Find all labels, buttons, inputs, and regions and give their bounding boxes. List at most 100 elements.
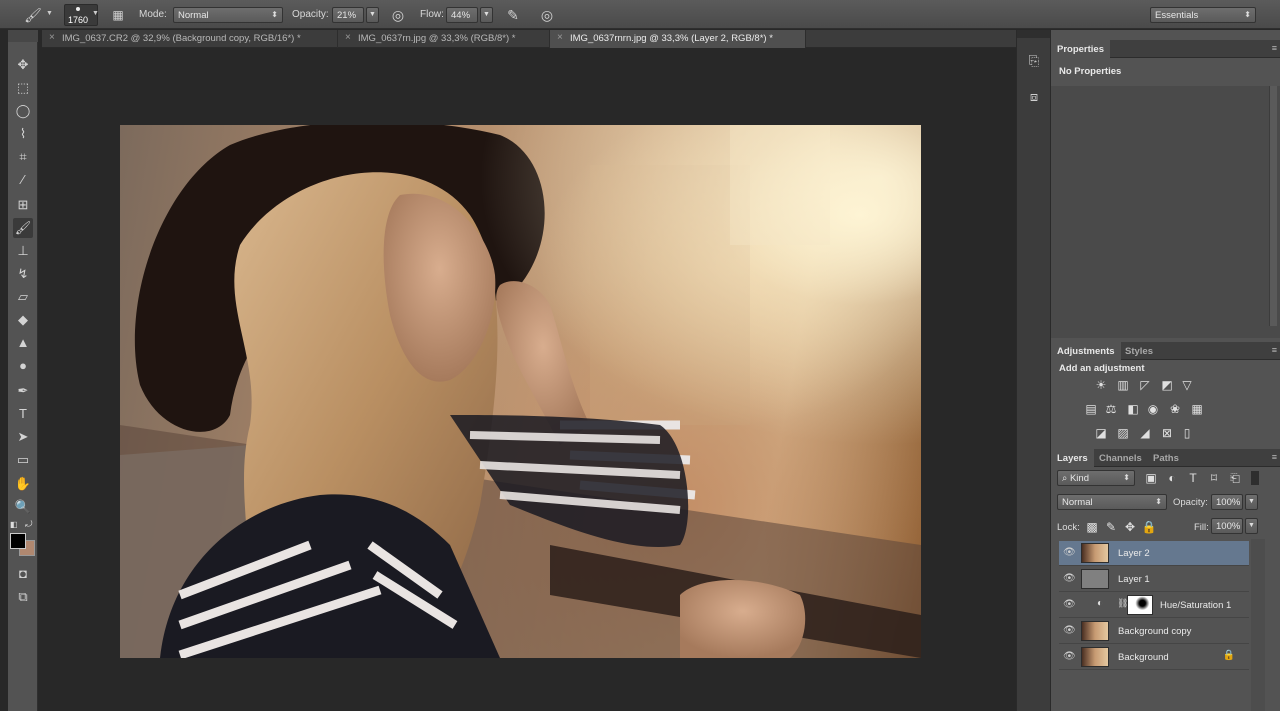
- character-panel-icon[interactable]: ⧈: [1021, 86, 1047, 108]
- tab-properties[interactable]: Properties: [1051, 40, 1110, 58]
- brightness-contrast-icon[interactable]: ☀: [1093, 377, 1109, 393]
- close-icon[interactable]: ×: [49, 32, 55, 43]
- eyedropper-tool-icon[interactable]: ⁄: [13, 170, 33, 190]
- black-white-icon[interactable]: ◧: [1125, 401, 1141, 417]
- dodge-tool-icon[interactable]: ●: [13, 356, 33, 376]
- pen-tool-icon[interactable]: ✒: [13, 381, 33, 401]
- close-icon[interactable]: ×: [345, 32, 351, 43]
- healing-brush-tool-icon[interactable]: ⊞: [13, 195, 33, 215]
- lock-icon[interactable]: 🔒: [1223, 650, 1235, 661]
- layer-opacity-field[interactable]: 100%: [1211, 494, 1243, 510]
- tablet-pressure-opacity-icon[interactable]: ◎: [389, 6, 407, 24]
- blend-mode-dropdown[interactable]: Normal ⬍: [1057, 494, 1167, 510]
- eraser-tool-icon[interactable]: ▱: [13, 287, 33, 307]
- filter-pixel-icon[interactable]: ▣: [1143, 470, 1159, 486]
- layer-row-background-copy[interactable]: 👁 Background copy: [1059, 619, 1249, 644]
- gradient-map-icon[interactable]: ▯: [1179, 425, 1195, 441]
- panel-menu-icon[interactable]: ≡: [1272, 452, 1277, 462]
- tab-adjustments[interactable]: Adjustments: [1051, 342, 1121, 360]
- quick-selection-tool-icon[interactable]: ⌇: [13, 124, 33, 144]
- hand-tool-icon[interactable]: ✋: [13, 474, 33, 494]
- lasso-tool-icon[interactable]: ◯: [13, 101, 33, 121]
- document-image[interactable]: [120, 125, 921, 658]
- tab-layers[interactable]: Layers: [1051, 449, 1094, 467]
- tablet-pressure-size-icon[interactable]: ◎: [538, 6, 556, 24]
- fill-slider-toggle[interactable]: ▼: [1245, 518, 1258, 534]
- color-balance-icon[interactable]: ⚖: [1103, 401, 1119, 417]
- filter-shape-icon[interactable]: ⌑: [1206, 470, 1222, 486]
- panel-menu-icon[interactable]: ≡: [1272, 43, 1277, 53]
- clone-stamp-tool-icon[interactable]: ⊥: [13, 241, 33, 261]
- selective-color-icon[interactable]: ⊠: [1159, 425, 1175, 441]
- workspace-dropdown[interactable]: Essentials ⬍: [1150, 7, 1256, 23]
- vibrance-icon[interactable]: ▽: [1179, 377, 1195, 393]
- move-tool-icon[interactable]: ✥: [13, 55, 33, 75]
- type-tool-icon[interactable]: T: [13, 404, 33, 424]
- history-brush-tool-icon[interactable]: ↯: [13, 264, 33, 284]
- airbrush-icon[interactable]: ✎: [504, 6, 522, 24]
- paint-bucket-tool-icon[interactable]: ◆: [13, 310, 33, 330]
- visibility-eye-icon[interactable]: 👁: [1063, 599, 1076, 610]
- filter-smart-object-icon[interactable]: ⎗: [1227, 470, 1243, 486]
- document-tab[interactable]: × IMG_0637rn.jpg @ 33,3% (RGB/8*) *: [338, 30, 550, 48]
- history-panel-icon[interactable]: ⎘: [1021, 50, 1047, 72]
- tab-channels[interactable]: Channels: [1093, 449, 1148, 467]
- layer-row-layer-2[interactable]: 👁 Layer 2: [1059, 541, 1249, 566]
- layer-row-layer-1[interactable]: 👁 Layer 1: [1059, 567, 1249, 592]
- crop-tool-icon[interactable]: ⌗: [13, 147, 33, 167]
- channel-mixer-icon[interactable]: ❀: [1167, 401, 1183, 417]
- path-selection-tool-icon[interactable]: ➤: [13, 427, 33, 447]
- brush-panel-toggle-icon[interactable]: ▦: [109, 6, 127, 24]
- invert-icon[interactable]: ◪: [1093, 425, 1109, 441]
- visibility-eye-icon[interactable]: 👁: [1063, 547, 1076, 558]
- filter-toggle[interactable]: [1251, 471, 1259, 485]
- layers-scroll-gutter[interactable]: [1251, 539, 1265, 711]
- document-tab-active[interactable]: × IMG_0637rnrn.jpg @ 33,3% (Layer 2, RGB…: [550, 30, 806, 48]
- filter-type-icon[interactable]: T: [1185, 470, 1201, 486]
- panel-menu-icon[interactable]: ≡: [1272, 345, 1277, 355]
- flow-slider-toggle[interactable]: ▼: [480, 7, 493, 23]
- curves-icon[interactable]: ◸: [1137, 377, 1153, 393]
- tool-preset-chevron-icon[interactable]: ▼: [46, 10, 53, 17]
- posterize-icon[interactable]: ▨: [1115, 425, 1131, 441]
- layer-mask-thumbnail[interactable]: [1127, 595, 1153, 615]
- blur-tool-icon[interactable]: ▲: [13, 333, 33, 353]
- document-tab[interactable]: × IMG_0637.CR2 @ 32,9% (Background copy,…: [42, 30, 338, 48]
- hue-saturation-icon[interactable]: ▤: [1083, 401, 1099, 417]
- fill-field[interactable]: 100%: [1211, 518, 1243, 534]
- lock-all-icon[interactable]: 🔒: [1141, 519, 1157, 535]
- mode-dropdown[interactable]: Normal ⬍: [173, 7, 283, 23]
- dock-grip[interactable]: [1017, 30, 1051, 38]
- exposure-icon[interactable]: ◩: [1159, 377, 1175, 393]
- photo-filter-icon[interactable]: ◉: [1145, 401, 1161, 417]
- properties-scrollbar[interactable]: [1269, 86, 1277, 326]
- close-icon[interactable]: ×: [557, 32, 563, 43]
- filter-adjustment-icon[interactable]: ◐: [1164, 470, 1180, 486]
- visibility-eye-icon[interactable]: 👁: [1063, 573, 1076, 584]
- layer-row-hue-saturation[interactable]: 👁 ◐ ⛓ Hue/Saturation 1: [1059, 593, 1249, 618]
- rectangle-tool-icon[interactable]: ▭: [13, 450, 33, 470]
- brush-tool-icon[interactable]: 🖌: [13, 218, 33, 238]
- opacity-slider-toggle[interactable]: ▼: [366, 7, 379, 23]
- visibility-eye-icon[interactable]: 👁: [1063, 625, 1076, 636]
- zoom-tool-icon[interactable]: 🔍: [13, 497, 33, 517]
- brush-tool-icon[interactable]: 🖌: [24, 6, 42, 24]
- brush-picker-chevron-icon[interactable]: ▼: [92, 10, 99, 17]
- visibility-eye-icon[interactable]: 👁: [1063, 651, 1076, 662]
- default-colors-icon[interactable]: ◧: [10, 520, 18, 529]
- layer-filter-dropdown[interactable]: ⌕ Kind ⬍: [1057, 470, 1135, 486]
- levels-icon[interactable]: ▥: [1115, 377, 1131, 393]
- color-lookup-icon[interactable]: ▦: [1189, 401, 1205, 417]
- tab-styles[interactable]: Styles: [1119, 342, 1159, 360]
- lock-position-icon[interactable]: ✥: [1122, 519, 1138, 535]
- layer-opacity-slider-toggle[interactable]: ▼: [1245, 494, 1258, 510]
- threshold-icon[interactable]: ◢: [1137, 425, 1153, 441]
- flow-field[interactable]: 44%: [446, 7, 478, 23]
- layer-row-background[interactable]: 👁 Background 🔒: [1059, 645, 1249, 670]
- screen-mode-icon[interactable]: ⧉: [13, 587, 33, 607]
- opacity-field[interactable]: 21%: [332, 7, 364, 23]
- lock-transparent-icon[interactable]: ▩: [1084, 519, 1100, 535]
- foreground-color-swatch[interactable]: [10, 533, 26, 549]
- toolbar-grip[interactable]: [8, 30, 38, 42]
- swap-colors-icon[interactable]: ⤾: [25, 519, 33, 530]
